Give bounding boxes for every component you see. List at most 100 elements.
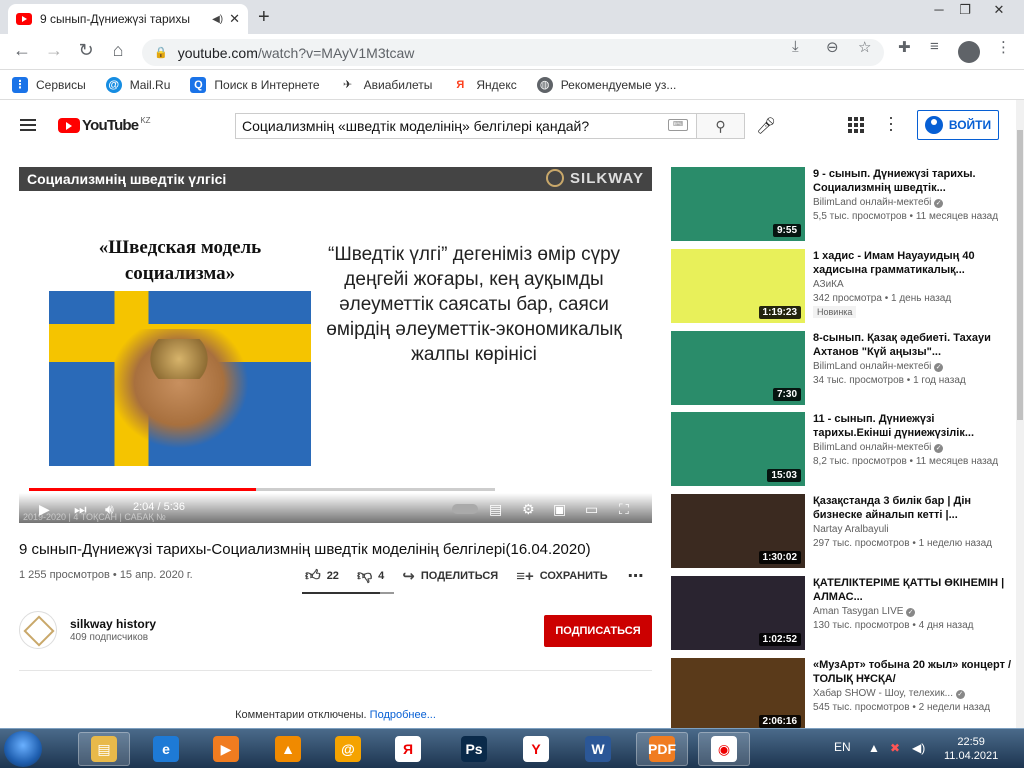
bookmark-item[interactable]: Я Яндекс	[452, 77, 516, 93]
recommendation-title[interactable]: 11 - сынып. Дүниежүзі тарихы.Екінші дүни…	[813, 412, 1013, 440]
miniplayer-icon[interactable]: ▣	[553, 501, 566, 518]
taskbar-explorer[interactable]: ▤	[78, 732, 130, 766]
audio-playing-icon[interactable]: ◀)	[212, 14, 223, 25]
install-icon[interactable]: ⤓	[792, 38, 799, 55]
fullscreen-icon[interactable]: ⛶	[619, 501, 629, 518]
home-button[interactable]: ⌂	[106, 40, 130, 61]
recommendation-item[interactable]: 7:30 8-сынып. Қазақ әдебиеті. Тахауи Ахта…	[671, 331, 1016, 405]
media-control-icon[interactable]: ≡	[930, 38, 939, 55]
start-button[interactable]	[4, 731, 42, 767]
recommendation-item[interactable]: 15:03 11 - сынып. Дүниежүзі тарихы.Екінші…	[671, 412, 1016, 486]
taskbar-word[interactable]: W	[572, 732, 624, 766]
save-button[interactable]: ≡+ СОХРАНИТЬ	[516, 568, 607, 585]
search-button[interactable]: ⚲	[697, 113, 745, 139]
volume-icon[interactable]: 🔊︎	[105, 501, 114, 518]
autoplay-toggle[interactable]	[452, 504, 478, 514]
recommendation-item[interactable]: 1:02:52 ҚАТЕЛІКТЕРІМЕ ҚАТТЫ ӨКІНЕМІН | АЛ…	[671, 576, 1016, 650]
recommendation-title[interactable]: 1 хадис - Имам Науауидың 40 хадисына гра…	[813, 249, 1013, 277]
tab-close-icon[interactable]: ✕	[229, 11, 240, 27]
recommendation-title[interactable]: Қазақстанда 3 билік бар | Дін бизнеске а…	[813, 494, 1013, 522]
recommendation-item[interactable]: 1:19:23 1 хадис - Имам Науауидың 40 хадис…	[671, 249, 1016, 323]
settings-dots-icon[interactable]: · · ·	[886, 108, 896, 138]
video-thumbnail[interactable]: 15:03	[671, 412, 805, 486]
recommendation-item[interactable]: 1:30:02 Қазақстанда 3 билік бар | Дін биз…	[671, 494, 1016, 568]
play-icon[interactable]: ▶	[39, 501, 50, 518]
address-bar[interactable]: 🔒 youtube.com/watch?v=MAyV1M3tcaw	[142, 39, 884, 66]
taskbar-mail-agent[interactable]: @	[322, 732, 374, 766]
like-button[interactable]: 👍︎ 22	[305, 567, 339, 585]
taskbar-yandex[interactable]: Я	[382, 732, 434, 766]
recommendation-item[interactable]: 9:55 9 - сынып. Дүниежүзі тарихы. Социали…	[671, 167, 1016, 241]
video-thumbnail[interactable]: 9:55	[671, 167, 805, 241]
taskbar-vlc[interactable]: ▲	[262, 732, 314, 766]
recommendation-item[interactable]: 2:06:16 «МузАрт» тобына 20 жыл» концерт /…	[671, 658, 1016, 732]
volume-tray-icon[interactable]: ◀)	[912, 741, 925, 755]
video-thumbnail[interactable]: 7:30	[671, 331, 805, 405]
channel-avatar[interactable]	[19, 611, 57, 649]
subtitles-icon[interactable]: ▤	[489, 501, 502, 518]
bookmark-item[interactable]: ✈ Авиабилеты	[340, 77, 432, 93]
learn-more-link[interactable]: Подробнее...	[370, 709, 436, 721]
bookmark-item[interactable]: ◍ Рекомендуемые уз...	[536, 76, 676, 93]
taskbar-photoshop[interactable]: Ps	[448, 732, 500, 766]
theater-mode-icon[interactable]: ▭	[585, 501, 598, 518]
recommendation-channel[interactable]: Aman Tasygan LIVE ✓	[813, 606, 916, 617]
settings-gear-icon[interactable]: ⚙	[522, 501, 535, 518]
scrollbar-thumb[interactable]	[1017, 130, 1023, 420]
system-clock[interactable]: 22:59 11.04.2021	[944, 735, 998, 763]
recommendation-channel[interactable]: BilimLand онлайн-мектебі ✓	[813, 361, 944, 372]
channel-name[interactable]: silkway history	[70, 617, 156, 631]
new-tab-button[interactable]: +	[258, 6, 270, 29]
bookmark-star-icon[interactable]: ☆	[858, 38, 871, 56]
browser-menu-icon[interactable]: ⋮	[996, 38, 1011, 56]
bookmark-item[interactable]: ⋮ Сервисы	[12, 76, 86, 93]
menu-icon[interactable]	[20, 119, 36, 131]
taskbar-internet-explorer[interactable]: e	[140, 732, 192, 766]
subscribe-button[interactable]: ПОДПИСАТЬСЯ	[544, 615, 652, 647]
taskbar-media-player[interactable]: ▶	[200, 732, 252, 766]
profile-avatar-icon[interactable]	[958, 41, 980, 63]
share-button[interactable]: ↪ ПОДЕЛИТЬСЯ	[402, 567, 498, 585]
bookmark-item[interactable]: @ Mail.Ru	[105, 76, 170, 93]
browser-tab[interactable]: 9 сынып-Дүниежүзі тарихы ◀) ✕	[8, 4, 248, 34]
network-icon[interactable]: ✖	[890, 741, 900, 755]
recommendation-title[interactable]: ҚАТЕЛІКТЕРІМЕ ҚАТТЫ ӨКІНЕМІН | АЛМАС...	[813, 576, 1013, 604]
next-icon[interactable]: ⏭	[74, 501, 87, 518]
video-thumbnail[interactable]: 1:19:23	[671, 249, 805, 323]
page-scrollbar[interactable]	[1016, 100, 1024, 728]
dislike-button[interactable]: 👎︎ 4	[357, 567, 384, 585]
language-indicator[interactable]: EN	[834, 740, 851, 754]
extensions-icon[interactable]: ✚	[898, 38, 911, 56]
forward-button[interactable]: →	[42, 40, 66, 61]
taskbar-chrome[interactable]: ◉	[698, 732, 750, 766]
video-thumbnail[interactable]: 1:02:52	[671, 576, 805, 650]
recommendation-title[interactable]: 9 - сынып. Дүниежүзі тарихы. Социализмні…	[813, 167, 1013, 195]
recommendation-channel[interactable]: BilimLand онлайн-мектебі ✓	[813, 197, 944, 208]
signin-button[interactable]: ВОЙТИ	[917, 110, 999, 140]
search-input[interactable]: Социализмнің «шведтік моделінің» белгіле…	[235, 113, 697, 139]
youtube-apps-icon[interactable]	[848, 117, 864, 133]
video-thumbnail[interactable]: 2:06:16	[671, 658, 805, 732]
back-button[interactable]: ←	[10, 40, 34, 61]
reload-button[interactable]: ↻	[74, 40, 98, 61]
video-thumbnail[interactable]: 1:30:02	[671, 494, 805, 568]
more-actions-icon[interactable]: ⋯	[628, 566, 644, 586]
recommendation-channel[interactable]: Nartay Aralbayuli	[813, 524, 889, 535]
lock-icon[interactable]: 🔒	[154, 46, 168, 59]
recommendation-title[interactable]: 8-сынып. Қазақ әдебиеті. Тахауи Ахтанов …	[813, 331, 1013, 359]
minimize-button[interactable]: ─	[926, 2, 952, 20]
video-player[interactable]: Социализмнің шведтік үлгісі SILKWAY «Шве…	[19, 167, 652, 523]
microphone-icon[interactable]: 🎤︎	[756, 116, 776, 136]
restore-button[interactable]: ❐	[952, 2, 978, 20]
progress-bar[interactable]	[29, 488, 642, 491]
recommendation-channel[interactable]: BilimLand онлайн-мектебі ✓	[813, 442, 944, 453]
zoom-icon[interactable]: ⊖	[826, 38, 839, 56]
recommendation-channel[interactable]: АЗиКА	[813, 279, 844, 290]
taskbar-pdf[interactable]: PDF	[636, 732, 688, 766]
window-close-button[interactable]: ✕	[986, 2, 1012, 20]
recommendation-title[interactable]: «МузАрт» тобына 20 жыл» концерт /ТОЛЫҚ Н…	[813, 658, 1013, 686]
tray-arrow-icon[interactable]: ▲	[868, 741, 880, 755]
bookmark-item[interactable]: Q Поиск в Интернете	[190, 76, 320, 93]
recommendation-channel[interactable]: Хабар SHOW - Шоу, телехик... ✓	[813, 688, 965, 699]
keyboard-icon[interactable]: ⌨	[668, 119, 688, 131]
